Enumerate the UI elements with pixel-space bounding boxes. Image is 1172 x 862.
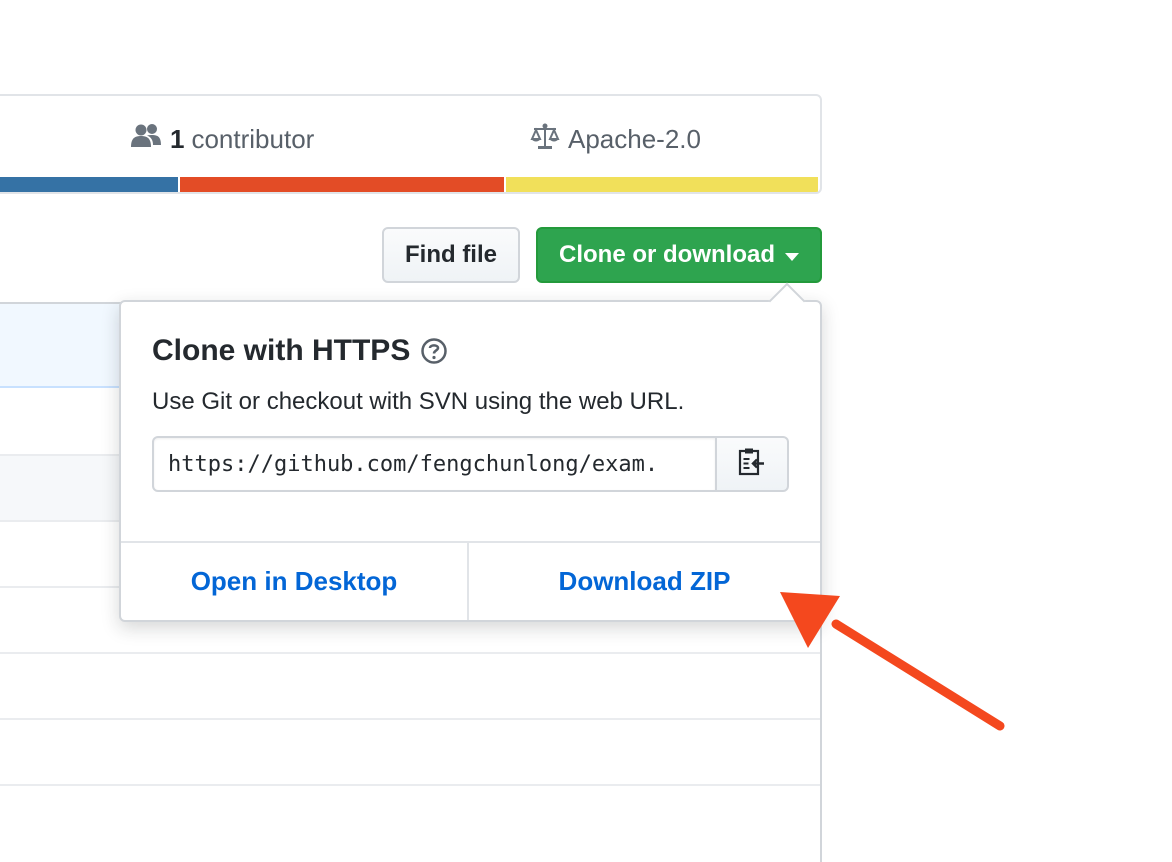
caret-down-icon (785, 252, 799, 261)
table-row[interactable] (0, 718, 820, 784)
copy-url-button[interactable] (717, 436, 789, 492)
language-segment (0, 177, 178, 192)
dropdown-pointer (768, 282, 806, 320)
open-in-desktop-link[interactable]: Open in Desktop (121, 543, 469, 620)
table-row[interactable] (0, 652, 820, 718)
clone-or-download-label: Clone or download (559, 241, 775, 268)
find-file-label: Find file (405, 241, 497, 268)
clone-dropdown: Clone with HTTPS Use Git or checkout wit… (119, 282, 822, 622)
license-label: Apache-2.0 (568, 123, 701, 154)
question-icon[interactable] (420, 337, 448, 365)
language-segment (180, 177, 504, 192)
law-icon (530, 122, 560, 157)
people-icon (130, 123, 162, 156)
clone-description: Use Git or checkout with SVN using the w… (152, 388, 685, 415)
repo-stats-bar: 1 contributor Apache-2.0 (0, 94, 822, 194)
language-bar[interactable] (0, 177, 820, 192)
language-segment (506, 177, 818, 192)
clone-or-download-button[interactable]: Clone or download (536, 227, 822, 283)
find-file-button[interactable]: Find file (382, 227, 520, 283)
clone-title-text: Clone with HTTPS (152, 334, 411, 367)
download-zip-link[interactable]: Download ZIP (469, 543, 820, 620)
license-stat[interactable]: Apache-2.0 (530, 122, 701, 156)
contributors-label: contributor (191, 123, 315, 154)
table-row[interactable] (0, 784, 820, 850)
clone-url-group (152, 436, 789, 492)
clippy-icon (738, 447, 766, 482)
clone-url-input[interactable] (152, 436, 717, 492)
clone-title: Clone with HTTPS (152, 334, 448, 368)
contributors-count: 1 (170, 123, 185, 154)
contributors-stat[interactable]: 1 contributor (130, 122, 314, 156)
clone-dropdown-footer: Open in Desktop Download ZIP (121, 541, 820, 620)
